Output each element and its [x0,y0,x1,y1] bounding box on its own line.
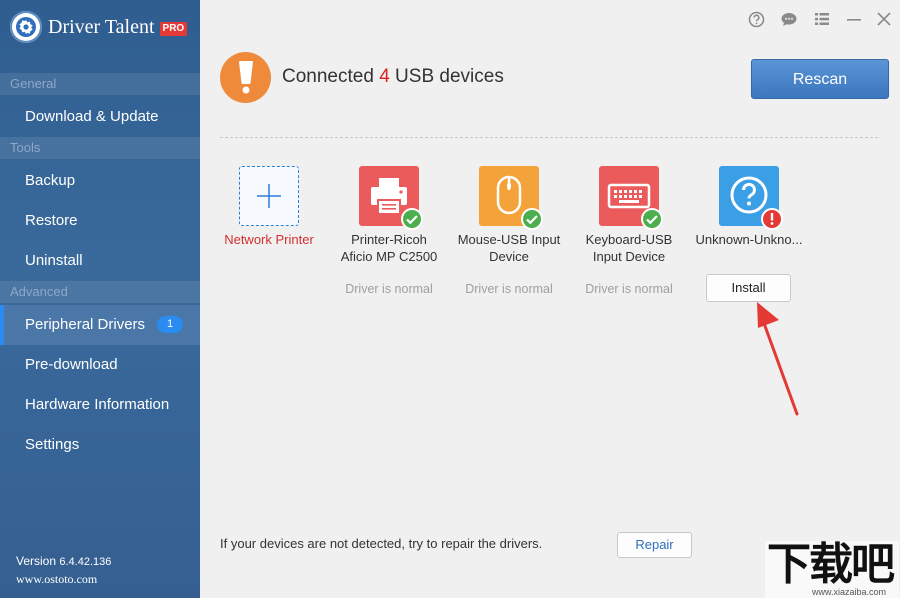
device-card-network-printer[interactable]: Network Printer [209,166,329,248]
pointer-arrow-icon [757,302,799,416]
sidebar-item-download-update[interactable]: Download & Update [0,97,200,137]
check-icon [641,208,663,230]
watermark-site: www.xiazaiba.com [812,587,887,597]
connected-devices-headline: Connected 4 USB devices [282,66,504,88]
driver-status: Driver is normal [345,282,433,296]
unknown-device-icon [719,166,783,230]
close-icon[interactable] [874,9,894,29]
menu-icon[interactable] [812,9,832,29]
device-name-line: Printer-Ricoh [351,232,427,247]
device-name-line: Mouse-USB Input [457,232,561,247]
version-number: 6.4.42.136 [59,556,112,568]
sidebar-item-restore[interactable]: Restore [0,201,200,241]
add-icon[interactable] [239,166,299,226]
app-title: Driver Talent [48,15,155,38]
driver-status: Driver is normal [465,282,553,296]
device-name-line: Keyboard-USB [585,232,673,247]
device-card-printer: Printer-Ricoh Aficio MP C2500 Driver is … [329,166,449,296]
driver-status: Driver is normal [585,282,673,296]
check-icon [521,208,543,230]
pro-badge: PRO [159,22,188,36]
sidebar-item-pre-download[interactable]: Pre-download [0,345,200,385]
device-name: Printer-Ricoh Aficio MP C2500 [329,231,449,265]
device-count: 4 [379,66,390,87]
sidebar-item-label: Hardware Information [25,396,170,413]
sidebar-item-label: Restore [25,212,78,229]
sidebar-item-uninstall[interactable]: Uninstall [0,241,200,281]
device-card-mouse: Mouse-USB Input Device Driver is normal [449,166,569,296]
error-icon [761,208,783,230]
printer-icon [359,166,423,230]
gear-logo-icon [10,11,42,43]
device-name: Mouse-USB Input Device [449,231,569,265]
device-name-line: Device [489,249,529,264]
headline-prefix: Connected [282,66,374,87]
app-logo: Driver Talent PRO [10,10,188,44]
keyboard-icon [599,166,663,230]
sidebar-item-hardware-information[interactable]: Hardware Information [0,385,200,425]
section-header-advanced: Advanced [0,281,200,303]
sidebar-item-label: Settings [25,436,80,453]
sidebar-item-label: Uninstall [25,252,83,269]
check-icon [401,208,423,230]
count-badge: 1 [157,315,184,333]
sidebar-item-settings[interactable]: Settings [0,425,200,465]
repair-button[interactable]: Repair [617,532,692,558]
version-info: Version 6.4.42.136 [16,554,111,568]
repair-hint: If your devices are not detected, try to… [220,536,543,551]
section-header-tools: Tools [0,137,200,159]
help-icon[interactable] [746,9,766,29]
mouse-icon [479,166,543,230]
sidebar-item-label: Backup [25,172,76,189]
device-name-line: Aficio MP C2500 [340,249,438,264]
device-name: Keyboard-USB Input Device [569,231,689,265]
device-name-line: Input Device [592,249,666,264]
version-label: Version [16,554,57,568]
sidebar: Driver Talent PRO General Download & Upd… [0,0,200,598]
rescan-button[interactable]: Rescan [751,59,889,99]
section-header-general: General [0,73,200,95]
sidebar-item-label: Pre-download [25,356,118,373]
divider [220,137,878,138]
feedback-icon[interactable] [779,9,799,29]
website-link[interactable]: www.ostoto.com [16,572,97,587]
device-name[interactable]: Network Printer [209,231,329,248]
sidebar-item-backup[interactable]: Backup [0,161,200,201]
warning-icon [220,52,271,103]
sidebar-item-label: Peripheral Drivers [25,316,146,333]
sidebar-item-peripheral-drivers[interactable]: Peripheral Drivers 1 [0,305,200,345]
device-card-keyboard: Keyboard-USB Input Device Driver is norm… [569,166,689,296]
watermark-logo: 下载吧 [767,539,895,590]
device-card-unknown: Unknown-Unkno... [689,166,809,248]
device-name: Unknown-Unkno... [695,232,803,247]
minimize-icon[interactable] [844,9,864,29]
headline-suffix: USB devices [395,66,504,87]
sidebar-item-label: Download & Update [25,108,159,125]
